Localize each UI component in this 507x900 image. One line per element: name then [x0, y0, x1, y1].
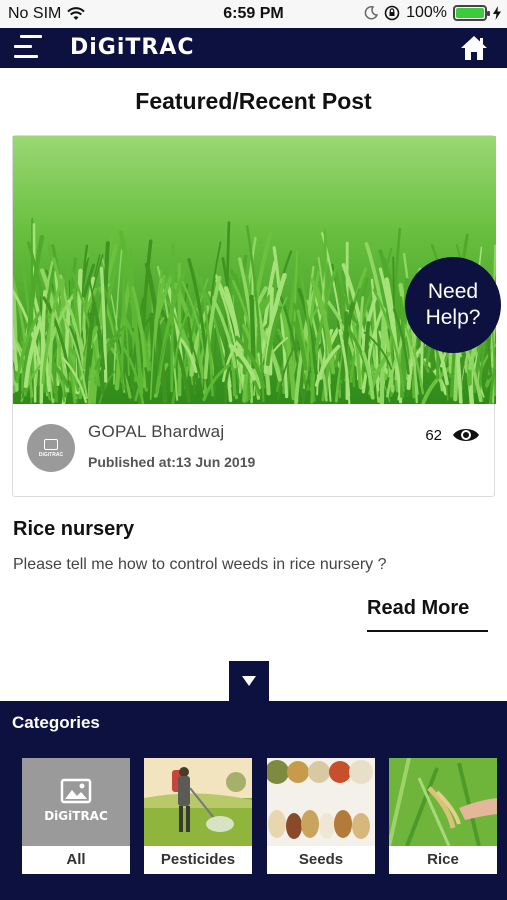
- published-date: Published at:13 Jun 2019: [88, 454, 256, 470]
- category-seeds[interactable]: Seeds: [267, 758, 375, 874]
- post-body: Please tell me how to control weeds in r…: [13, 556, 387, 573]
- home-icon[interactable]: [459, 34, 489, 62]
- status-bar: No SIM 6:59 PM 100%: [0, 0, 507, 28]
- page-title: Featured/Recent Post: [135, 88, 372, 114]
- category-pesticides-label: Pesticides: [160, 851, 236, 868]
- category-all[interactable]: DiGiTRAC All: [22, 758, 130, 874]
- menu-icon[interactable]: [14, 35, 42, 61]
- author-avatar: DiGiTRAC: [27, 424, 75, 472]
- category-pesticides-image: [144, 758, 252, 846]
- categories-toggle-button[interactable]: [229, 661, 269, 701]
- rotation-lock-icon: [384, 5, 400, 21]
- category-rice[interactable]: Rice: [389, 758, 497, 874]
- status-right: 100%: [364, 4, 501, 22]
- moon-icon: [364, 6, 379, 20]
- category-pesticides[interactable]: Pesticides: [144, 758, 252, 874]
- eye-icon: [453, 429, 479, 441]
- charging-icon: [493, 6, 501, 20]
- categories-title: Categories: [12, 713, 100, 732]
- battery-fill: [456, 8, 484, 18]
- author-name: GOPAL Bhardwaj: [88, 422, 225, 441]
- battery-icon: [453, 5, 490, 21]
- category-rice-image: [389, 758, 497, 846]
- categories-panel: Categories DiGiTRAC All Pesticides Seeds…: [0, 701, 507, 900]
- image-placeholder-icon: [44, 438, 58, 450]
- need-help-button[interactable]: Need Help?: [405, 257, 501, 353]
- grass-blade: [379, 307, 387, 404]
- category-all-logo: DiGiTRAC: [44, 809, 108, 823]
- avatar-logo-text: DiGiTRAC: [38, 451, 64, 458]
- app-header: DiGiTRAC: [0, 28, 507, 68]
- triangle-down-icon: [242, 676, 256, 686]
- category-seeds-image: [267, 758, 375, 846]
- grass-blade: [170, 242, 175, 393]
- need-help-line1: Need: [427, 280, 479, 303]
- category-seeds-label: Seeds: [298, 851, 344, 868]
- category-rice-label: Rice: [427, 851, 459, 868]
- app-logo: DiGiTRAC: [70, 35, 195, 60]
- category-all-image: DiGiTRAC: [22, 758, 130, 846]
- category-all-label: All: [66, 851, 86, 868]
- battery-percent: 100%: [406, 4, 447, 21]
- need-help-line2: Help?: [425, 306, 481, 329]
- view-count: 62: [425, 426, 480, 444]
- view-count-value: 62: [425, 426, 442, 444]
- post-author-row: DiGiTRAC GOPAL Bhardwaj Published at:13 …: [13, 404, 496, 498]
- read-more-link[interactable]: Read More: [367, 597, 488, 632]
- post-title: Rice nursery: [13, 518, 135, 540]
